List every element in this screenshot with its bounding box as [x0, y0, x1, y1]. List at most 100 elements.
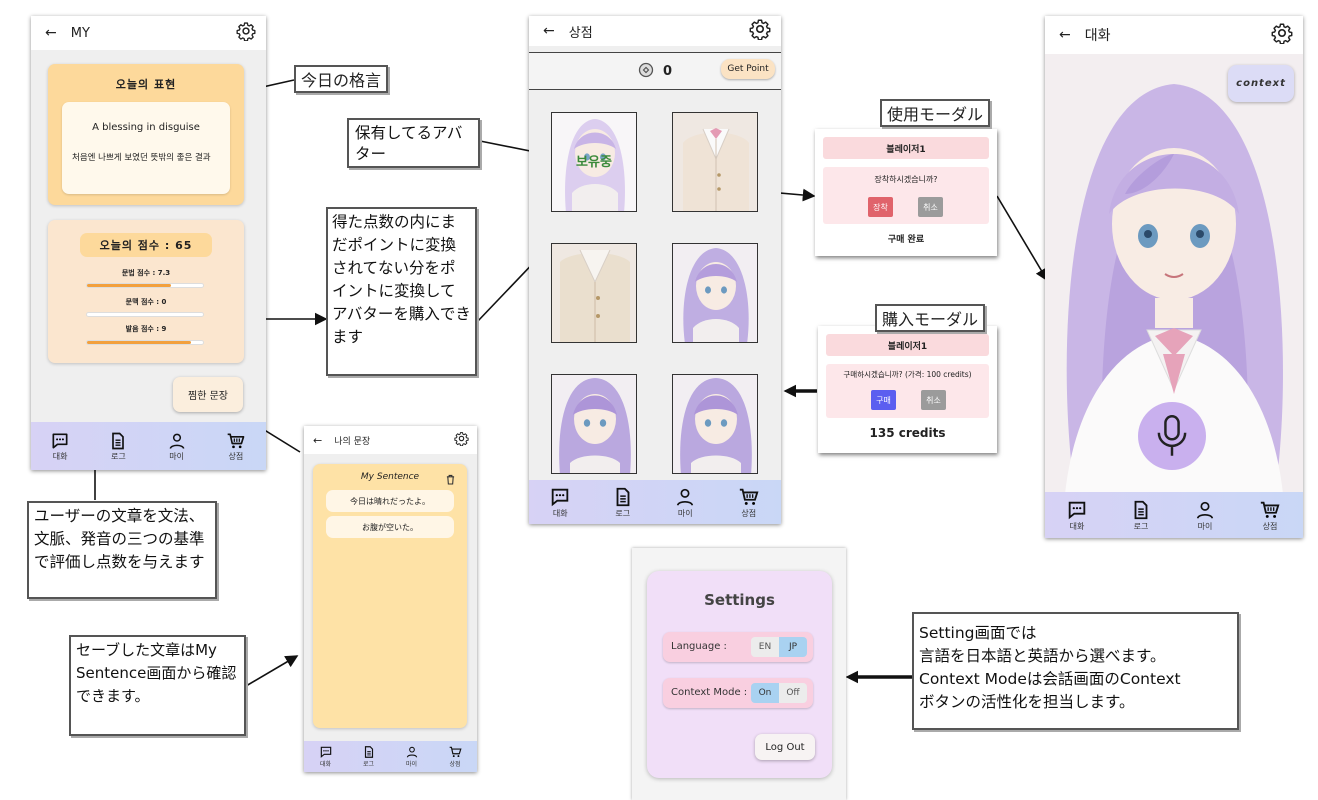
bottom-nav: 대화 로그 마이 상점 — [304, 741, 477, 772]
language-label: Language : — [671, 641, 727, 652]
back-arrow-icon[interactable]: ← — [543, 23, 555, 39]
gear-icon[interactable] — [236, 21, 256, 45]
nav-chat[interactable]: 대화 — [319, 745, 333, 768]
page-title: MY — [70, 25, 90, 41]
nav-log[interactable]: 로그 — [362, 745, 376, 768]
back-arrow-icon[interactable]: ← — [313, 434, 322, 447]
language-row: Language : EN JP — [663, 632, 813, 662]
language-toggle[interactable]: EN JP — [751, 637, 807, 657]
back-arrow-icon[interactable]: ← — [45, 25, 57, 41]
bottom-nav: 대화 로그 마이 상점 — [529, 480, 781, 524]
chat-icon — [552, 488, 569, 506]
grammar-progress-fill — [87, 284, 171, 287]
credits-balance: 135 credits — [869, 426, 946, 440]
gear-icon[interactable] — [1271, 22, 1293, 48]
my-sentence-screen: ← 나의 문장 My Sentence 今日は晴れだったよ。 お腹が空いた。 대… — [304, 426, 477, 772]
context-button[interactable]: context — [1228, 65, 1294, 102]
points-bar: 0 Get Point — [529, 52, 781, 90]
nav-shop[interactable]: 상점 — [225, 431, 247, 462]
gear-icon[interactable] — [749, 18, 771, 44]
settings-note: Setting画面では 言語を日本語と英語から選べます。 Context Mod… — [912, 612, 1239, 730]
get-point-button[interactable]: Get Point — [721, 59, 775, 79]
nav-chat[interactable]: 대화 — [1066, 499, 1088, 532]
shop-topbar: ← 상점 — [529, 16, 781, 46]
points-value: 0 — [663, 64, 673, 79]
avatar-item[interactable] — [551, 374, 637, 474]
score-title: 오늘의 점수 : 65 — [80, 233, 212, 257]
page-title: 대화 — [1084, 28, 1111, 44]
pronunciation-score-label: 발음 점수 : 9 — [125, 325, 167, 333]
blazer-image — [683, 128, 749, 211]
lang-en-option[interactable]: EN — [751, 637, 779, 657]
logout-button[interactable]: Log Out — [755, 734, 815, 760]
nav-chat[interactable]: 대화 — [50, 431, 70, 462]
my-screen: ← MY 오늘의 표현 A blessing in disguise 처음엔 나… — [31, 16, 266, 470]
nav-my[interactable]: 마이 — [674, 486, 696, 519]
list-item[interactable]: 今日は晴れだったよ。 — [326, 490, 454, 512]
document-icon — [364, 746, 373, 758]
context-on-option[interactable]: On — [751, 683, 779, 703]
buy-modal-body: 구매하시겠습니까? (가격: 100 credits) 구매 취소 — [826, 364, 989, 418]
cancel-button[interactable]: 취소 — [918, 197, 943, 217]
chat-screen: ← 대화 context 대화 로그 마이 상점 — [1045, 16, 1303, 538]
chat-topbar: ← 대화 — [1045, 16, 1303, 54]
avatar-item[interactable] — [551, 243, 637, 343]
cart-icon — [739, 488, 759, 505]
document-icon — [1134, 500, 1148, 519]
my-topbar: ← MY — [31, 16, 266, 50]
avatar-item-owned[interactable]: 보유중 — [551, 112, 637, 212]
context-off-option[interactable]: Off — [779, 683, 807, 703]
equip-button[interactable]: 장착 — [868, 197, 893, 217]
trash-icon[interactable] — [446, 470, 455, 489]
cart-icon — [1260, 501, 1280, 518]
nav-log[interactable]: 로그 — [1130, 499, 1152, 532]
grammar-score-label: 문법 점수 : 7.3 — [121, 269, 171, 277]
person-icon — [169, 433, 185, 449]
page-title: 상점 — [568, 25, 593, 41]
buy-button[interactable]: 구매 — [871, 390, 896, 410]
avatar-face-image — [683, 248, 749, 342]
avatar-item[interactable] — [672, 374, 758, 474]
list-item[interactable]: お腹が空いた。 — [326, 516, 454, 538]
microphone-button[interactable] — [1138, 402, 1206, 470]
back-arrow-icon[interactable]: ← — [1059, 27, 1071, 43]
use-modal-question: 장착하시겠습니까? — [874, 175, 938, 184]
nav-shop[interactable]: 상점 — [737, 486, 761, 519]
bookmark-sentences-button[interactable]: 찜한 문장 — [173, 377, 243, 412]
settings-card: Settings Language : EN JP Context Mode :… — [647, 571, 832, 778]
nav-my[interactable]: 마이 — [405, 745, 419, 768]
bottom-nav: 대화 로그 마이 상점 — [31, 422, 266, 470]
nav-my[interactable]: 마이 — [167, 431, 187, 462]
chat-icon — [320, 746, 331, 758]
avatar-item[interactable] — [672, 112, 758, 212]
nav-shop[interactable]: 상점 — [1258, 499, 1282, 532]
person-icon — [406, 746, 417, 758]
chat-icon — [52, 433, 68, 448]
coin-icon — [638, 62, 654, 82]
quote-korean: 처음엔 나쁘게 보였던 뜻밖의 좋은 결과 — [72, 153, 211, 163]
settings-title: Settings — [704, 591, 775, 609]
evaluation-note: ユーザーの文章を文法、文脈、発音の三つの基準で評価し点数を与えます — [27, 501, 217, 599]
points-conversion-note: 得た点数の内にまだポイントに変換されてない分をポイントに変換してアバターを購入で… — [326, 207, 477, 376]
use-modal: 블레이저1 장착하시겠습니까? 장착 취소 구매 완료 — [815, 129, 997, 256]
gear-icon[interactable] — [454, 431, 469, 449]
buy-modal-question: 구매하시겠습니까? (가격: 100 credits) — [843, 370, 972, 379]
nav-log[interactable]: 로그 — [108, 431, 128, 462]
nav-chat[interactable]: 대화 — [549, 486, 571, 519]
avatar-item[interactable] — [672, 243, 758, 343]
context-mode-toggle[interactable]: On Off — [751, 683, 807, 703]
quote-english: A blessing in disguise — [92, 122, 200, 133]
page-title: 나의 문장 — [334, 436, 371, 447]
cancel-button[interactable]: 취소 — [921, 390, 946, 410]
quote-card-title: 오늘의 표현 — [115, 78, 177, 91]
nav-log[interactable]: 로그 — [612, 486, 634, 519]
document-icon — [112, 432, 125, 449]
bottom-nav: 대화 로그 마이 상점 — [1045, 492, 1303, 538]
nav-shop[interactable]: 상점 — [448, 745, 463, 768]
context-score-label: 문맥 점수 : 0 — [125, 298, 167, 306]
settings-note-line-4: ボタンの活性化を担当します。 — [919, 693, 1135, 711]
nav-my[interactable]: 마이 — [1194, 499, 1216, 532]
lang-jp-option[interactable]: JP — [779, 637, 807, 657]
document-icon — [616, 487, 630, 506]
cart-icon — [227, 433, 245, 448]
